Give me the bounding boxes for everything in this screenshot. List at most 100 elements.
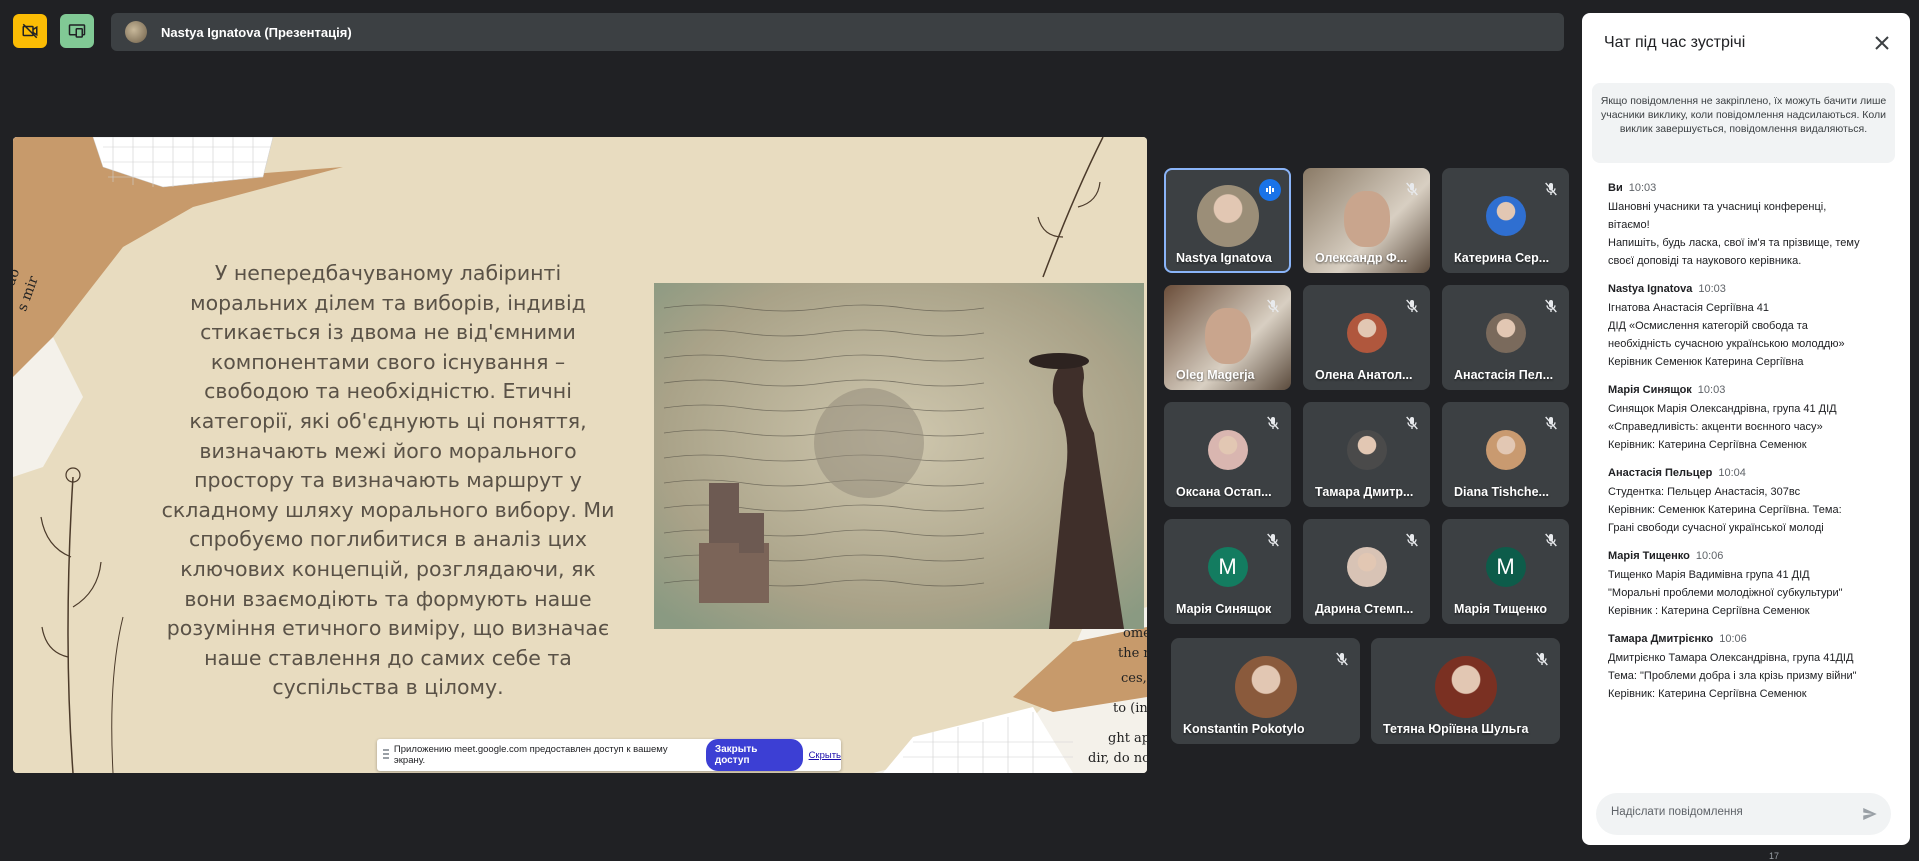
chat-message-text: ДІД «Осмислення категорій свобода та: [1608, 320, 1808, 332]
share-banner-message: Приложению meet.google.com предоставлен …: [393, 744, 668, 766]
chat-message-header: Ви 10:03: [1608, 181, 1898, 195]
chat-message-author: Nastya Ignatova: [1608, 283, 1693, 295]
collage-word: to (in: [1113, 701, 1147, 716]
collage-word: dir, do not cr: [1088, 751, 1147, 766]
participant-tile[interactable]: Анастасія Пел...: [1442, 285, 1569, 390]
mic-off-icon: [1545, 533, 1557, 547]
chat-info-note: Якщо повідомлення не закріплено, їх можу…: [1592, 83, 1895, 163]
drag-handle-icon[interactable]: [383, 749, 389, 761]
collage-word: ces,: [1121, 671, 1147, 686]
chat-message-text: Дмитрієнко Тамара Олександрівна, група 4…: [1608, 652, 1854, 664]
slide-text-line: свободою та необхідністю. Етичні: [204, 379, 572, 404]
chat-message-time: 10:03: [1698, 283, 1726, 295]
speaking-indicator-icon: [1259, 179, 1281, 201]
slide-text-line: розуміння етичного виміру, що визначає: [166, 616, 610, 641]
mic-off-icon: [1536, 652, 1548, 666]
slide-text-line: моральних ділем та виборів, індивід: [190, 290, 586, 315]
mic-off-icon: [1267, 416, 1279, 430]
chat-message: Марія Синящок 10:03 Синящок Марія Олександ…: [1608, 383, 1898, 454]
participant-tile[interactable]: Konstantin Pokotylo: [1171, 638, 1360, 744]
participant-name: Дарина Стемп...: [1315, 602, 1414, 616]
screen-share-banner: Приложению meet.google.com предоставлен …: [377, 739, 841, 771]
mic-off-icon: [1545, 182, 1557, 196]
participant-tile[interactable]: Тамара Дмитр...: [1303, 402, 1430, 507]
participant-tile[interactable]: Дарина Стемп...: [1303, 519, 1430, 624]
chat-message-text: «Справедливість: акценти воєнного часу»: [1608, 421, 1823, 433]
send-icon[interactable]: [1861, 805, 1879, 823]
collage-word: the mee: [1118, 646, 1147, 661]
slide-text-line: спробуємо поглибитися в аналіз цих: [188, 527, 588, 552]
participant-avatar: [1234, 655, 1297, 718]
chat-message-time: 10:06: [1719, 633, 1747, 645]
avatar-letter: M: [1496, 554, 1515, 580]
participant-name: Олександр Ф...: [1315, 251, 1408, 265]
participant-face: [1204, 308, 1251, 365]
chat-message: Марія Тищенко 10:06 Тищенко Марія Вадимівн…: [1608, 549, 1898, 620]
participant-tile[interactable]: Олександр Ф...: [1303, 168, 1430, 273]
chat-panel: Чат під час зустрічі Якщо повідомлення н…: [1582, 13, 1910, 845]
participant-tile[interactable]: Diana Tishche...: [1442, 402, 1569, 507]
participant-avatar: [1485, 430, 1526, 471]
chat-message-author: Марія Тищенко: [1608, 550, 1690, 562]
slide-text-line: складному шляху морального вибору. Ми: [161, 497, 615, 522]
stop-sharing-button[interactable]: Закрыть доступ: [705, 739, 803, 771]
participant-name: Катерина Сер...: [1454, 251, 1550, 265]
chat-title: Чат під час зустрічі: [1604, 34, 1746, 51]
mic-off-icon: [1267, 299, 1279, 313]
participant-avatar: [1346, 313, 1387, 354]
chat-message-text: Керівник Семенюк Катерина Сергіївна: [1608, 356, 1804, 368]
hide-banner-link[interactable]: Скрыть: [809, 750, 841, 761]
participant-tile[interactable]: M Марія Тищенко: [1442, 519, 1569, 624]
chat-message-text: Керівник: Катерина Сергіївна Семенюк: [1608, 439, 1807, 451]
chat-message-text: Шановні учасники та учасниці конференці,: [1608, 201, 1827, 213]
participant-tile[interactable]: Катерина Сер...: [1442, 168, 1569, 273]
slide-text-line: стикається із двома не від'ємними: [200, 320, 576, 345]
chat-message-author: Ви: [1608, 182, 1623, 194]
chat-message-text: своєї доповіді та наукового керівника.: [1608, 255, 1802, 267]
participant-name: Oleg Magerja: [1176, 368, 1255, 382]
slide-text-line: ключових концепцій, розглядаючи, як: [180, 556, 596, 581]
camera-off-button[interactable]: [13, 14, 47, 48]
slide-text-line: компонентами свого існування –: [210, 349, 566, 374]
chat-message-list: Ви 10:03 Шановні учасники та учасниці конф…: [1608, 181, 1898, 715]
participant-avatar: [1485, 196, 1526, 237]
mic-off-icon: [1545, 416, 1557, 430]
chat-message-text: Грані свободи сучасної української молод…: [1608, 522, 1824, 534]
chat-message-text: "Моральні проблеми молодіжної субкультур…: [1608, 587, 1843, 599]
presentation-stage: Thisous soor dos mir ome ofthe meeces,to…: [13, 137, 1147, 773]
participant-name: Оксана Остап...: [1176, 485, 1272, 499]
close-icon: [1875, 36, 1889, 50]
participant-tile[interactable]: Олена Анатол...: [1303, 285, 1430, 390]
chat-message-header: Марія Синящок 10:03: [1608, 383, 1898, 397]
chat-message-text: Тищенко Марія Вадимівна група 41 ДІД: [1608, 569, 1810, 581]
participant-name: Konstantin Pokotylo: [1183, 722, 1305, 736]
participant-avatar: [1346, 430, 1387, 471]
chat-message-time: 10:03: [1697, 384, 1726, 396]
chat-message-time: 10:03: [1628, 182, 1657, 194]
participant-tile[interactable]: Тетяна Юріївна Шульга: [1371, 638, 1560, 744]
presenter-bar[interactable]: Nastya Ignatova (Презентація): [111, 13, 1564, 51]
chat-message-input[interactable]: Надіслати повідомлення: [1596, 793, 1891, 835]
slide-body-text: У непередбачуваному лабіринті моральних д…: [153, 259, 623, 703]
chat-message-text: Тема: "Проблеми добра і зла крізь призму…: [1608, 670, 1857, 682]
mic-off-icon: [1336, 652, 1348, 666]
chat-message-text: Напишіть, будь ласка, свої ім'я та прізв…: [1608, 237, 1860, 249]
close-chat-button[interactable]: [1872, 33, 1892, 53]
participant-tile[interactable]: Oleg Magerja: [1164, 285, 1291, 390]
chat-message-header: Nastya Ignatova 10:03: [1608, 282, 1898, 296]
participant-tile[interactable]: M Марія Синящок: [1164, 519, 1291, 624]
chat-message-text: Студентка: Пельцер Анастасія, 307вс: [1608, 486, 1801, 498]
participant-name: Марія Тищенко: [1454, 602, 1548, 616]
mic-off-icon: [1267, 533, 1279, 547]
chat-message: Тамара Дмитрієнко 10:06 Дмитрієнко Тамара …: [1608, 632, 1898, 703]
mic-off-icon: [1406, 182, 1418, 196]
participant-name: Марія Синящок: [1176, 602, 1272, 616]
avatar-letter: M: [1218, 554, 1237, 580]
chat-message-header: Тамара Дмитрієнко 10:06: [1608, 632, 1898, 646]
participant-name: Анастасія Пел...: [1454, 368, 1554, 382]
chat-message-time: 10:04: [1718, 467, 1746, 479]
screen-share-button[interactable]: [60, 14, 94, 48]
participant-tile[interactable]: Оксана Остап...: [1164, 402, 1291, 507]
slide-text-line: наше ставлення до самих себе та: [204, 645, 572, 670]
participant-tile[interactable]: Nastya Ignatova: [1164, 168, 1291, 273]
